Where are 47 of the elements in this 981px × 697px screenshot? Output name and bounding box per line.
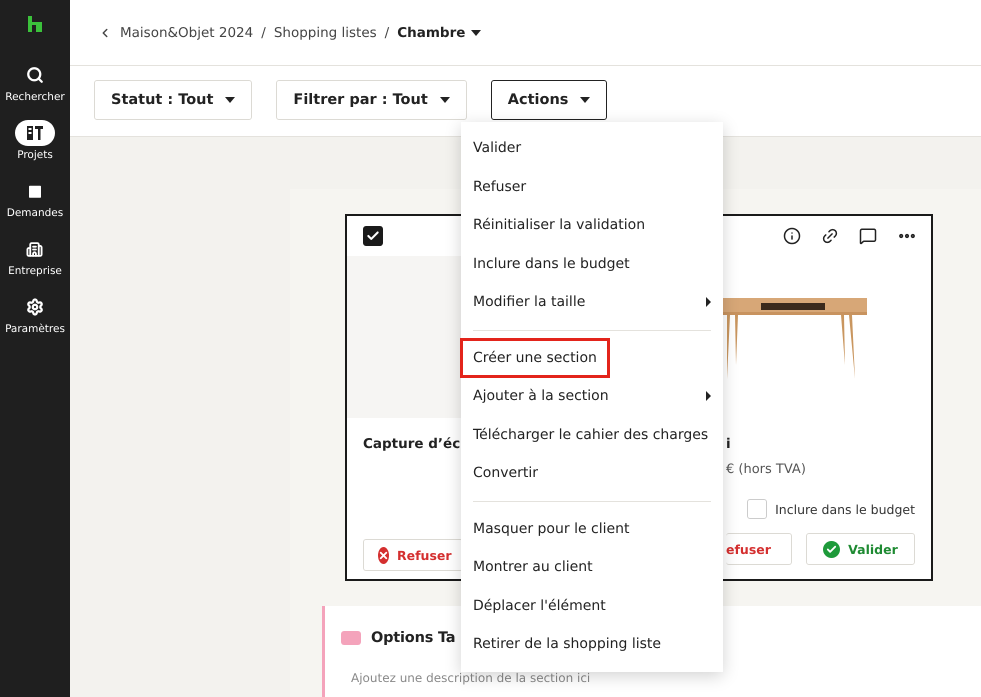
check-icon [366, 229, 380, 243]
menu-item[interactable]: Créer une section [461, 338, 723, 377]
nav-label[interactable]: Entreprise [8, 265, 62, 277]
breadcrumb-link[interactable]: Maison&Objet 2024 [120, 24, 254, 40]
caret-icon [580, 97, 590, 103]
product-title: Capture d’éc [363, 436, 462, 452]
checkbox[interactable] [363, 226, 383, 246]
caret-icon [471, 30, 482, 36]
price: € (hors TVA) [726, 462, 807, 477]
menu-item[interactable]: Refuser [461, 168, 723, 206]
breadcrumb-separator: / [261, 24, 266, 40]
filter-dropdown[interactable]: Filtrer par : Tout [276, 80, 467, 120]
filter-dropdown[interactable]: Actions [490, 80, 608, 120]
menu-item[interactable]: Inclure dans le budget [461, 244, 723, 283]
section-title: Options Ta [371, 630, 456, 646]
nav-label[interactable]: Rechercher [5, 91, 65, 103]
toolbox-icon[interactable] [15, 120, 55, 146]
section-description[interactable]: Ajoutez une description de la section ici [351, 671, 981, 685]
validate-button[interactable]: Valider [806, 533, 915, 565]
menu-item[interactable]: Convertir [461, 454, 723, 492]
nav-label[interactable]: Paramètres [5, 323, 65, 335]
logo[interactable] [28, 16, 42, 32]
caret-icon [440, 97, 450, 103]
breadcrumb-separator: / [384, 24, 390, 40]
breadcrumb-link[interactable]: Shopping listes [274, 24, 377, 40]
menu-item[interactable]: Réinitialiser la validation [461, 206, 723, 244]
menu-item[interactable]: Déplacer l'élément [461, 586, 723, 625]
menu-item[interactable]: Masquer pour le client [461, 510, 723, 548]
close-icon [378, 546, 389, 564]
menu-item[interactable]: Retirer de la shopping liste [461, 625, 723, 664]
refuse-button[interactable]: Refuser [363, 539, 463, 571]
breadcrumb-current[interactable]: Chambre [397, 24, 482, 40]
comment-icon[interactable] [859, 227, 877, 245]
nav-label[interactable]: Projets [17, 149, 53, 161]
menu-item[interactable]: Ajouter à la section [461, 377, 723, 416]
caret-icon [225, 97, 236, 103]
product-title: i [726, 436, 732, 452]
check-icon [823, 540, 840, 558]
menu-item[interactable]: Montrer au client [461, 548, 723, 586]
checkbox-label[interactable]: Inclure dans le budget [775, 502, 915, 516]
nav-label[interactable]: Demandes [6, 207, 64, 219]
menu-item[interactable]: Valider [461, 129, 723, 168]
menu-item[interactable]: Télécharger le cahier des charges [461, 416, 723, 454]
info-icon[interactable] [783, 227, 801, 245]
menu-item[interactable]: Modifier la taille [461, 283, 723, 322]
filter-dropdown[interactable]: Statut : Tout [94, 80, 252, 120]
refuse-button[interactable]: efuser [726, 533, 792, 565]
